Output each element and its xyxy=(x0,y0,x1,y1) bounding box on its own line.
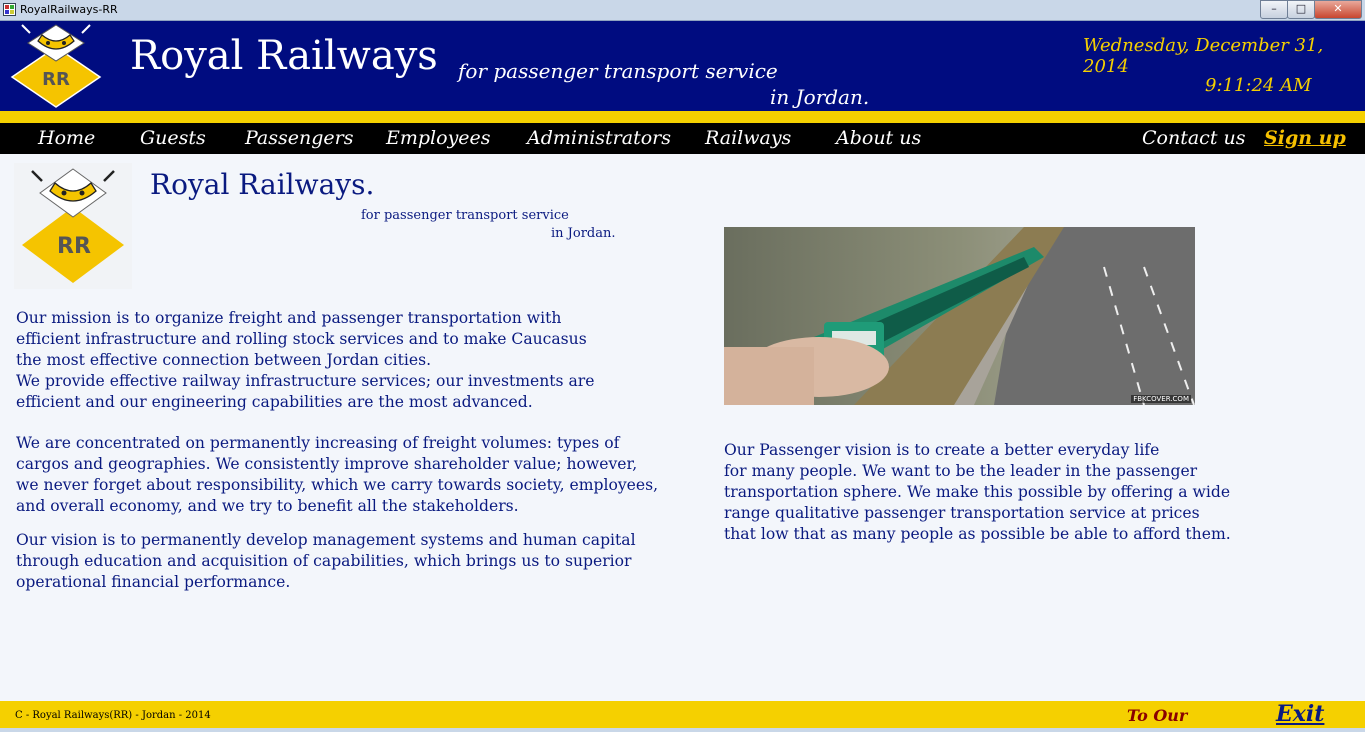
header-tagline-location: in Jordan. xyxy=(770,85,870,109)
mission-line: efficient and our engineering capabiliti… xyxy=(16,393,533,411)
mission-line: Our mission is to organize freight and p… xyxy=(16,309,562,327)
nav-guests[interactable]: Guests xyxy=(140,127,206,149)
concentrated-line: cargos and geographies. We consistently … xyxy=(16,455,638,473)
minimize-button[interactable]: – xyxy=(1260,0,1288,19)
app-window-icon xyxy=(3,3,16,16)
vision-paragraph: Our vision is to permanently develop man… xyxy=(16,530,636,593)
content-subtitle-location: in Jordan. xyxy=(551,226,616,241)
vision-line: operational financial performance. xyxy=(16,573,291,591)
mission-line: efficient infrastructure and rolling sto… xyxy=(16,330,587,348)
passenger-vision-line: range qualitative passenger transportati… xyxy=(724,504,1200,522)
photo-credit: FBKCOVER.COM xyxy=(1131,395,1191,403)
mission-paragraph: Our mission is to organize freight and p… xyxy=(16,308,594,413)
header-divider xyxy=(0,111,1365,123)
window-title: RoyalRailways-RR xyxy=(20,3,118,16)
train-photo: FBKCOVER.COM xyxy=(724,227,1195,405)
concentrated-line: and overall economy, and we try to benef… xyxy=(16,497,519,515)
exit-button[interactable]: Exit xyxy=(1276,701,1324,727)
concentrated-paragraph: We are concentrated on permanently incre… xyxy=(16,433,658,517)
vision-line: Our vision is to permanently develop man… xyxy=(16,531,636,549)
content-subtitle: for passenger transport service xyxy=(361,208,569,223)
nav-employees[interactable]: Employees xyxy=(386,127,491,149)
mission-line: the most effective connection between Jo… xyxy=(16,351,432,369)
concentrated-line: We are concentrated on permanently incre… xyxy=(16,434,620,452)
passenger-vision-line: for many people. We want to be the leade… xyxy=(724,462,1198,480)
window-titlebar: RoyalRailways-RR – □ ✕ xyxy=(0,0,1365,21)
nav-home[interactable]: Home xyxy=(38,127,95,149)
nav-about-us[interactable]: About us xyxy=(836,127,921,149)
passenger-vision-line: Our Passenger vision is to create a bett… xyxy=(724,441,1160,459)
header-tagline: for passenger transport service xyxy=(458,59,778,83)
content-title: Royal Railways. xyxy=(150,168,375,201)
to-our-link[interactable]: To Our xyxy=(1127,706,1187,725)
brand-title: Royal Railways xyxy=(130,33,438,79)
nav-railways[interactable]: Railways xyxy=(705,127,791,149)
nav-passengers[interactable]: Passengers xyxy=(245,127,353,149)
vision-line: through education and acquisition of cap… xyxy=(16,552,632,570)
svg-text:RR: RR xyxy=(42,69,70,90)
svg-text:RR: RR xyxy=(57,234,91,259)
taskbar-edge xyxy=(0,728,1365,732)
nav-administrators[interactable]: Administrators xyxy=(527,127,671,149)
train-photo-image xyxy=(724,227,1195,405)
nav-sign-up[interactable]: Sign up xyxy=(1264,127,1346,149)
current-date: Wednesday, December 31, 2014 xyxy=(1083,35,1324,77)
passenger-vision-paragraph: Our Passenger vision is to create a bett… xyxy=(724,440,1231,545)
rr-logo-icon: RR xyxy=(10,24,102,108)
concentrated-line: we never forget about responsibility, wh… xyxy=(16,476,659,494)
nav-contact-us[interactable]: Contact us xyxy=(1142,127,1245,149)
copyright-text: C - Royal Railways(RR) - Jordan - 2014 xyxy=(15,710,211,721)
passenger-vision-line: transportation sphere. We make this poss… xyxy=(724,483,1231,501)
maximize-button[interactable]: □ xyxy=(1287,0,1315,19)
current-time: 9:11:24 AM xyxy=(1205,75,1312,96)
site-footer: C - Royal Railways(RR) - Jordan - 2014 T… xyxy=(0,701,1365,728)
passenger-vision-line: that low that as many people as possible… xyxy=(724,525,1231,543)
main-nav: Home Guests Passengers Employees Adminis… xyxy=(0,123,1365,154)
close-button[interactable]: ✕ xyxy=(1314,0,1362,19)
mission-line: We provide effective railway infrastruct… xyxy=(16,372,595,390)
site-header: RR Royal Railways for passenger transpor… xyxy=(0,21,1365,111)
content-rr-logo-icon: RR xyxy=(14,163,132,289)
